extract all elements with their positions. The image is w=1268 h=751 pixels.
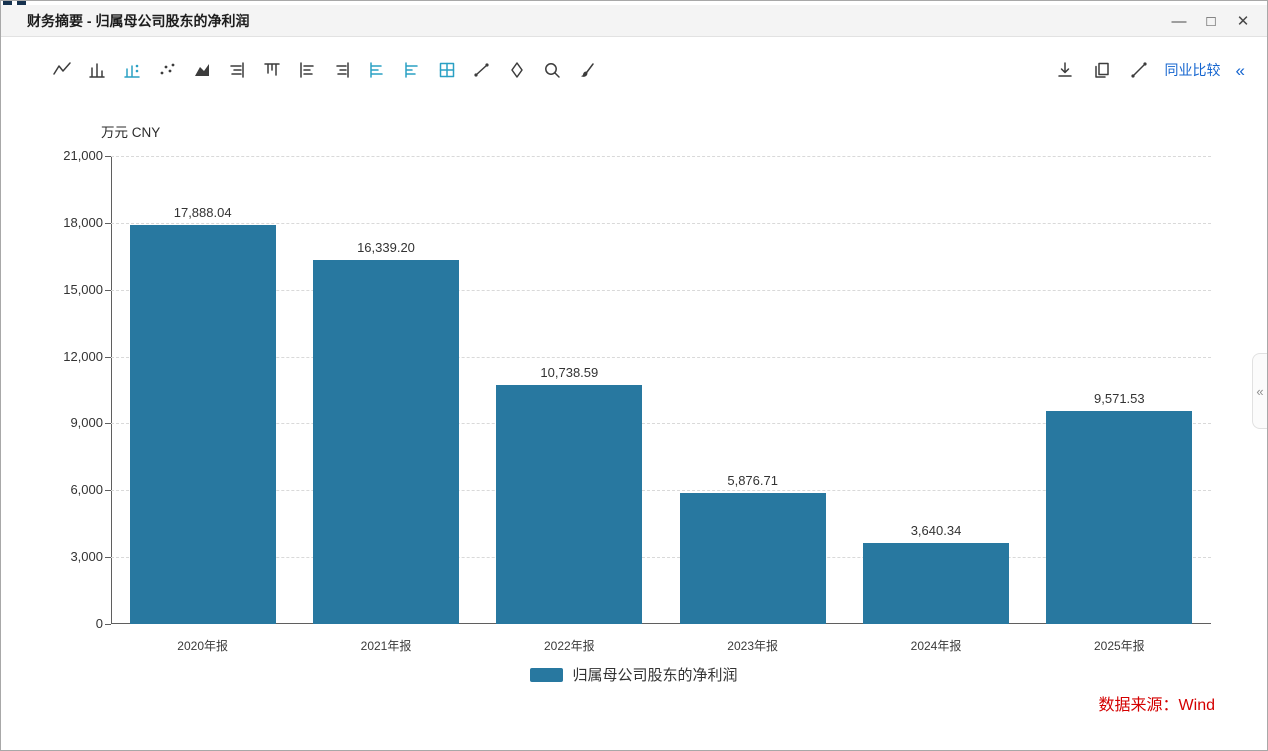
bar-value-label: 5,876.71 [727, 473, 778, 488]
gridline [111, 290, 1211, 291]
bar-2025年报[interactable] [1046, 411, 1192, 624]
toolbar-collapse-icon[interactable]: « [1236, 62, 1245, 79]
bar-2024年报[interactable] [863, 543, 1009, 624]
bar-top-axis-icon[interactable] [261, 59, 283, 81]
fill-style-icon[interactable] [506, 59, 528, 81]
column-scatter-icon[interactable] [121, 59, 143, 81]
bar-2022年报[interactable] [496, 385, 642, 624]
bar-value-label: 10,738.59 [540, 365, 598, 380]
bar-2023年报[interactable] [680, 493, 826, 624]
x-tick-label: 2021年报 [361, 637, 412, 654]
peer-compare-link[interactable]: 同业比较 [1165, 60, 1221, 80]
y-tick-label: 6,000 [21, 482, 103, 497]
hbar-left-icon[interactable] [366, 59, 388, 81]
x-tick-label: 2022年报 [544, 637, 595, 654]
gridline [111, 156, 1211, 157]
chart-legend: 归属母公司股东的净利润 [1, 664, 1267, 685]
window-title: 财务摘要 - 归属母公司股东的净利润 [1, 11, 249, 31]
grid-chart-icon[interactable] [436, 59, 458, 81]
y-tick-mark [105, 223, 111, 224]
chart-area: 万元 CNY 归属母公司股东的净利润 数据来源：Wind 0 3,000 6,000… [1, 1, 1267, 750]
side-panel-expand-tab[interactable]: « [1252, 353, 1267, 429]
y-tick-mark [105, 156, 111, 157]
bar-value-label: 9,571.53 [1094, 391, 1145, 406]
edit-chart-icon[interactable] [1128, 59, 1150, 81]
axis-unit-label: 万元 CNY [101, 121, 160, 141]
bar-right2-icon[interactable] [331, 59, 353, 81]
close-button[interactable]: ✕ [1227, 7, 1259, 35]
gridline [111, 223, 1211, 224]
legend-label[interactable]: 归属母公司股东的净利润 [572, 664, 737, 685]
x-tick-label: 2020年报 [177, 637, 228, 654]
y-tick-label: 3,000 [21, 549, 103, 564]
y-tick-mark [105, 423, 111, 424]
chevron-left-icon: « [1256, 384, 1263, 399]
area-chart-icon[interactable] [191, 59, 213, 81]
toolbar-right-group: 同业比较 « [1054, 59, 1245, 81]
stacked-bar-icon[interactable] [296, 59, 318, 81]
y-tick-mark [105, 557, 111, 558]
y-tick-mark [105, 357, 111, 358]
gridline [111, 357, 1211, 358]
window-controls: — □ ✕ [1163, 5, 1259, 37]
bar-right-axis-icon[interactable] [226, 59, 248, 81]
x-tick-label: 2023年报 [727, 637, 778, 654]
y-tick-label: 0 [21, 616, 103, 631]
chart-type-icons [51, 59, 598, 81]
y-tick-label: 12,000 [21, 349, 103, 364]
legend-swatch[interactable] [530, 668, 563, 682]
x-tick-label: 2025年报 [1094, 637, 1145, 654]
bar-2020年报[interactable] [130, 225, 276, 624]
bar-value-label: 16,339.20 [357, 240, 415, 255]
zoom-icon[interactable] [541, 59, 563, 81]
app-window: 财务摘要 - 归属母公司股东的净利润 — □ ✕ 同业比较 « 万元 CNY 归… [0, 0, 1268, 751]
chart-toolbar: 同业比较 « [1, 51, 1267, 89]
y-tick-mark [105, 490, 111, 491]
trend-line-icon[interactable] [471, 59, 493, 81]
y-tick-mark [105, 624, 111, 625]
column-chart-icon[interactable] [86, 59, 108, 81]
hbar-left2-icon[interactable] [401, 59, 423, 81]
bar-2021年报[interactable] [313, 260, 459, 624]
y-tick-label: 9,000 [21, 415, 103, 430]
y-tick-label: 15,000 [21, 282, 103, 297]
minimize-button[interactable]: — [1163, 7, 1195, 35]
data-source-label: 数据来源：Wind [1099, 691, 1215, 715]
y-tick-mark [105, 290, 111, 291]
copy-icon[interactable] [1091, 59, 1113, 81]
download-icon[interactable] [1054, 59, 1076, 81]
bar-value-label: 17,888.04 [174, 205, 232, 220]
y-tick-label: 18,000 [21, 215, 103, 230]
brush-icon[interactable] [576, 59, 598, 81]
title-bar: 财务摘要 - 归属母公司股东的净利润 — □ ✕ [1, 5, 1267, 37]
bar-value-label: 3,640.34 [911, 523, 962, 538]
y-tick-label: 21,000 [21, 148, 103, 163]
line-chart-icon[interactable] [51, 59, 73, 81]
maximize-button[interactable]: □ [1195, 7, 1227, 35]
x-tick-label: 2024年报 [911, 637, 962, 654]
toolbar-action-icons [1054, 59, 1150, 81]
scatter-chart-icon[interactable] [156, 59, 178, 81]
